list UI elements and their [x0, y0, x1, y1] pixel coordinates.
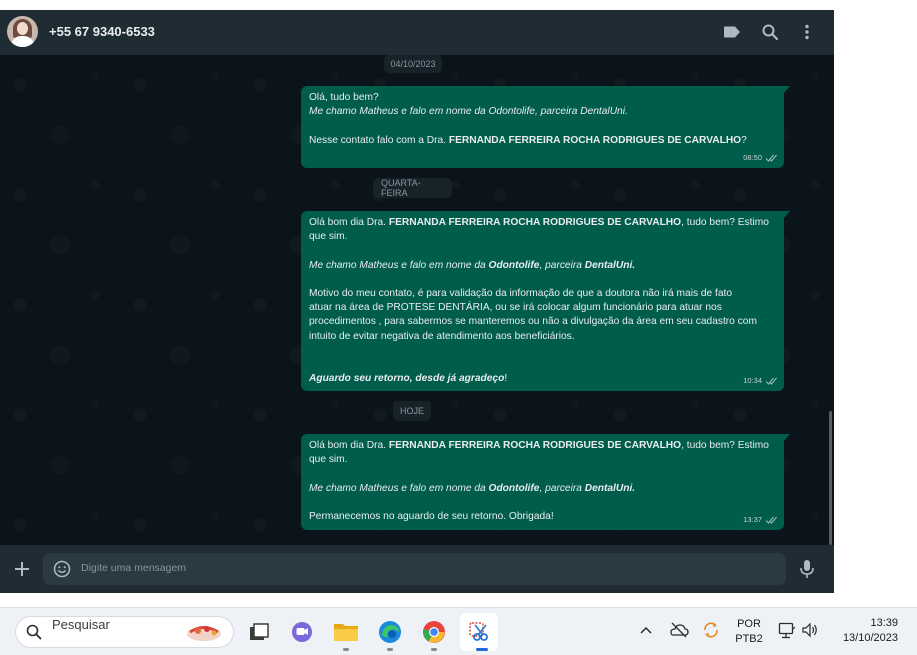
whatsapp-window: +55 67 9340-6533 04/10/2023 Olá, tudo be…: [0, 10, 834, 593]
message-time: 13:37: [743, 514, 762, 524]
message-text-bold: Aguardo seu retorno, desde já agradeço: [309, 373, 505, 385]
app-running-indicator: [431, 648, 437, 651]
message-text: Me chamo Matheus e falo em nome da: [309, 482, 489, 494]
message-text: Olá bom dia Dra.: [309, 440, 389, 451]
message-text: Nesse contato falo com a Dra.: [309, 134, 449, 146]
search-icon[interactable]: [760, 22, 780, 42]
volume-icon[interactable]: [801, 622, 819, 638]
chat-header: +55 67 9340-6533: [0, 10, 834, 55]
chevron-up-icon[interactable]: [640, 626, 652, 634]
read-ticks-icon: [765, 516, 777, 524]
network-icon[interactable]: [778, 622, 796, 639]
message-meta: 13:37: [743, 513, 778, 527]
message-text: , parceira: [539, 259, 585, 271]
message-text-bold: DentalUni.: [584, 482, 636, 494]
contact-name[interactable]: +55 67 9340-6533: [49, 24, 155, 39]
task-view-icon[interactable]: [245, 618, 273, 646]
sync-icon[interactable]: [702, 621, 720, 639]
teams-chat-icon[interactable]: [288, 618, 316, 646]
search-highlight-image: [187, 626, 221, 641]
message-text-bold: Odontolife: [488, 482, 540, 494]
attach-plus-icon[interactable]: [12, 559, 32, 579]
snipping-tool-icon[interactable]: [465, 618, 493, 646]
message-meta: 10:34: [743, 374, 778, 388]
message-text: , tudo bem? Estimo: [681, 440, 769, 451]
message-text: que sim.: [309, 454, 348, 466]
message-text: !: [504, 373, 508, 385]
message-text: atuar na área de PROTESE DENTÁRIA, ou se…: [309, 302, 722, 314]
app-running-indicator: [387, 648, 393, 651]
message-bubble[interactable]: Olá bom dia Dra. FERNANDA FERREIRA ROCHA…: [301, 434, 790, 530]
message-text-bold: FERNANDA FERREIRA ROCHA RODRIGUES DE CAR…: [448, 134, 742, 146]
clock-time: 13:39: [870, 617, 898, 629]
date-chip: QUARTA-FEIRA: [373, 178, 452, 198]
message-meta: 08:50: [743, 151, 778, 165]
message-text-bold: FERNANDA FERREIRA ROCHA RODRIGUES DE CAR…: [388, 440, 682, 451]
date-chip: HOJE: [393, 401, 431, 421]
message-text: , tudo bem? Estimo: [681, 217, 769, 228]
message-input-placeholder: Digite uma mensagem: [81, 562, 187, 574]
clock[interactable]: 13:39 13/10/2023: [832, 616, 904, 646]
read-ticks-icon: [765, 377, 777, 385]
language-code: POR: [737, 618, 761, 630]
read-ticks-icon: [765, 154, 777, 162]
message-bubble[interactable]: Olá bom dia Dra. FERNANDA FERREIRA ROCHA…: [301, 211, 790, 391]
app-running-indicator: [343, 648, 349, 651]
message-bubble[interactable]: Olá, tudo bem? Me chamo Matheus e falo e…: [301, 86, 790, 168]
message-text: intuito de evitar negativa de atendiment…: [309, 330, 575, 342]
message-text: que sim.: [309, 231, 348, 243]
onedrive-offline-icon[interactable]: [669, 622, 689, 638]
language-indicator[interactable]: POR PTB2: [734, 617, 764, 647]
message-text: Motivo do meu contato, é para validação …: [309, 287, 733, 299]
message-text: procedimentos , para sabermos se mantere…: [309, 316, 757, 328]
message-text: Me chamo Matheus e falo em nome da: [309, 259, 489, 271]
microphone-icon[interactable]: [798, 559, 816, 579]
message-text: ?: [741, 134, 747, 146]
chat-scrollbar[interactable]: [829, 411, 832, 545]
file-explorer-icon[interactable]: [332, 618, 360, 646]
taskbar-search-placeholder: Pesquisar: [52, 617, 110, 632]
message-time: 08:50: [743, 152, 762, 162]
date-chip: 04/10/2023: [384, 55, 442, 73]
message-text: Olá bom dia Dra.: [309, 217, 389, 228]
message-text: Olá, tudo bem?: [309, 92, 379, 103]
label-icon[interactable]: [722, 22, 742, 42]
message-text: Permanecemos no aguardo de seu retorno. …: [309, 510, 554, 522]
search-icon: [26, 624, 42, 640]
message-list[interactable]: 04/10/2023 Olá, tudo bem? Me chamo Mathe…: [0, 55, 834, 545]
taskbar: Pesquisar POR PTB2 13:39 13/10/2023: [0, 607, 917, 655]
message-text-bold: DentalUni.: [584, 259, 636, 271]
keyboard-layout: PTB2: [735, 633, 763, 645]
message-text: Me chamo Matheus e falo em nome da Odont…: [309, 106, 628, 118]
avatar[interactable]: [7, 16, 38, 47]
chrome-icon[interactable]: [420, 618, 448, 646]
edge-icon[interactable]: [376, 618, 404, 646]
emoji-icon[interactable]: [53, 560, 71, 578]
message-text-bold: Odontolife: [488, 259, 540, 271]
app-active-indicator: [476, 648, 488, 651]
composer-bar: Digite uma mensagem: [0, 545, 834, 593]
clock-date: 13/10/2023: [842, 632, 898, 644]
message-text-bold: FERNANDA FERREIRA ROCHA RODRIGUES DE CAR…: [388, 217, 682, 228]
message-text: , parceira: [539, 482, 585, 494]
message-time: 10:34: [743, 375, 762, 385]
more-vertical-icon[interactable]: [797, 22, 817, 42]
